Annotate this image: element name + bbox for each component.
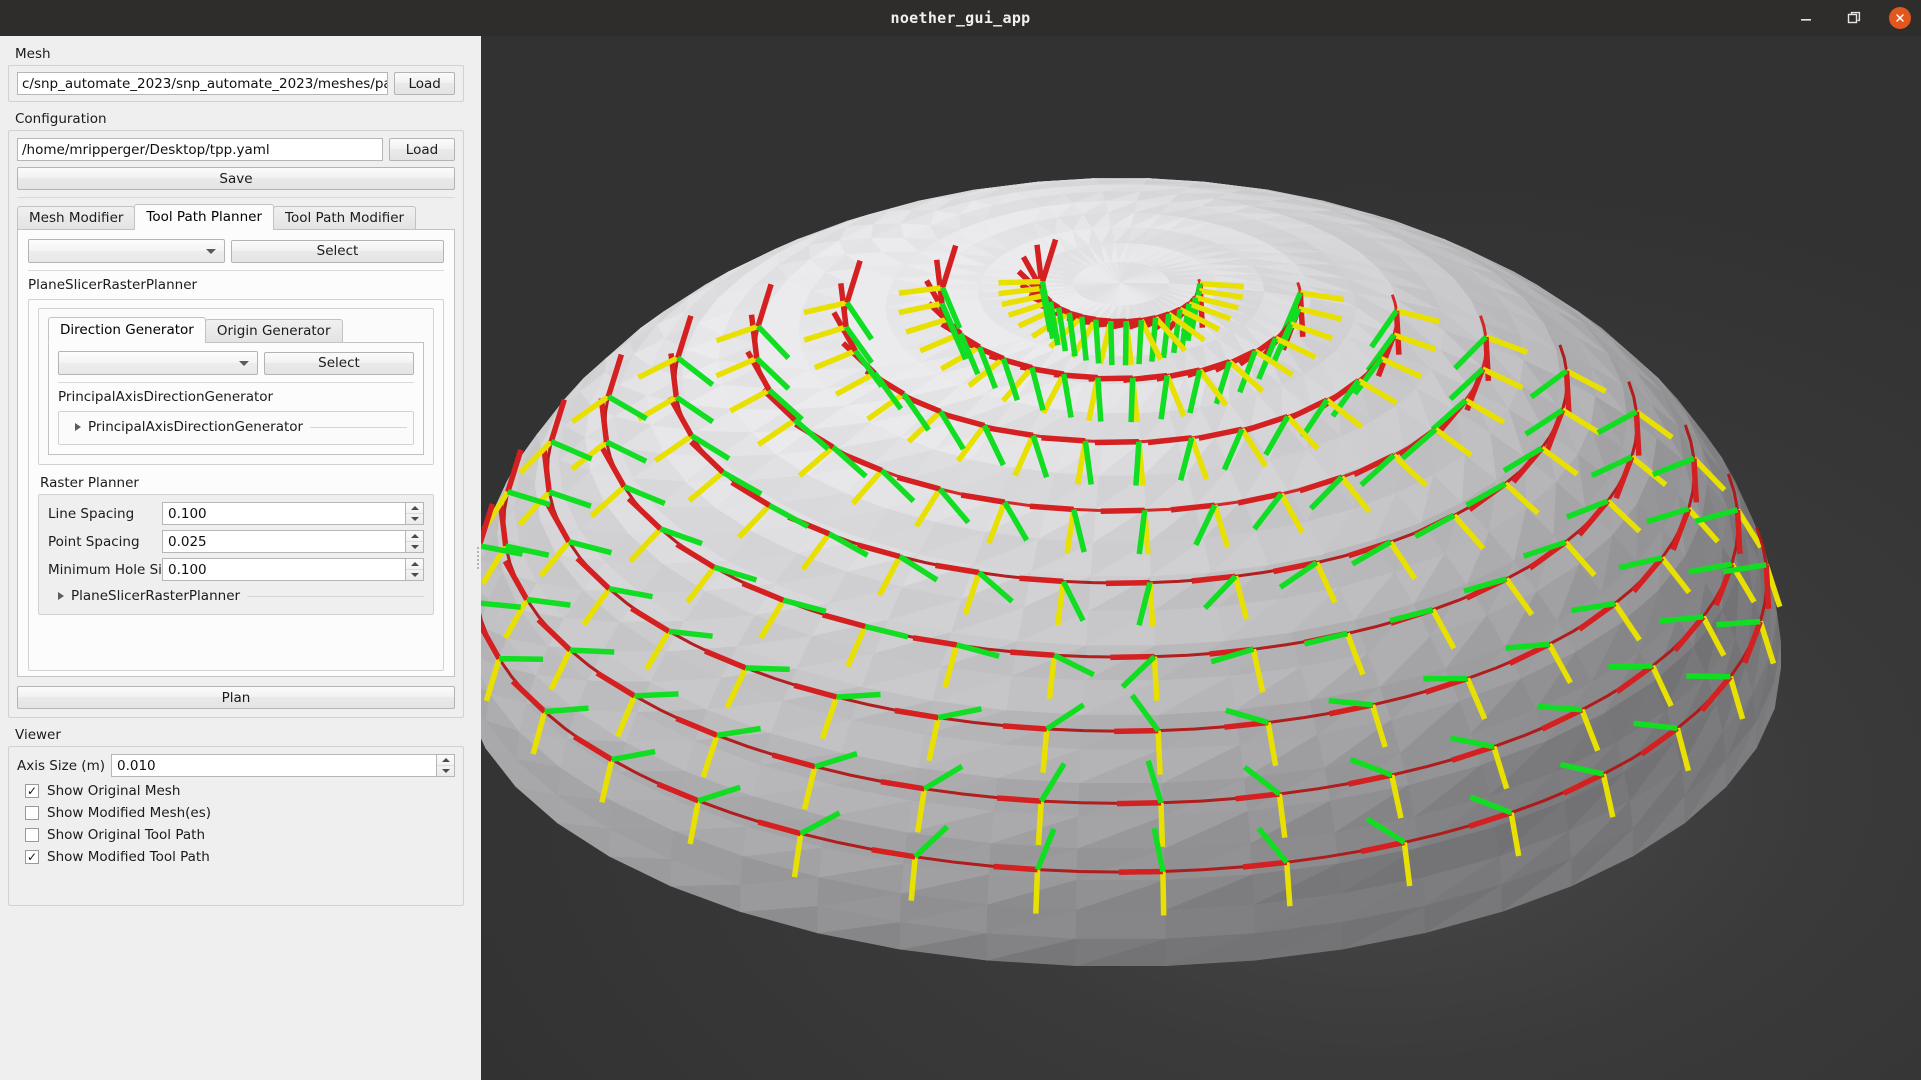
axis-size-label: Axis Size (m) [17, 757, 105, 774]
mesh-groupbox: c/snp_automate_2023/snp_automate_2023/me… [8, 65, 464, 102]
configuration-groupbox: /home/mripperger/Desktop/tpp.yaml Load S… [8, 130, 464, 718]
axis-size-spinbox[interactable]: 0.010 [111, 754, 455, 777]
configuration-path-input[interactable]: /home/mripperger/Desktop/tpp.yaml [17, 138, 383, 161]
collapse-plane-slicer-raster-planner[interactable]: PlaneSlicerRasterPlanner [48, 585, 424, 607]
tab-mesh-modifier[interactable]: Mesh Modifier [17, 206, 136, 230]
minimum-hole-size-label: Minimum Hole Size [48, 561, 178, 578]
stepper-up-icon[interactable] [406, 559, 423, 570]
stepper-down-icon[interactable] [406, 514, 423, 525]
splitter-grip-icon [476, 547, 479, 569]
configuration-separator [17, 197, 455, 198]
checkbox-show-original-mesh[interactable]: ✓ Show Original Mesh [25, 783, 455, 799]
checkbox-label: Show Modified Tool Path [47, 849, 210, 865]
generator-combo[interactable] [58, 351, 258, 375]
mesh-surface [481, 178, 1782, 967]
chevron-down-icon [206, 248, 216, 254]
checkbox-label: Show Original Mesh [47, 783, 181, 799]
viewer-group-label: Viewer [15, 727, 61, 743]
collapse-rule [247, 595, 424, 597]
planner-config-groupbox: Direction Generator Origin Generator Sel… [28, 299, 444, 671]
tool-path-planner-pane: Select PlaneSlicerRasterPlanner Directio… [17, 229, 455, 677]
configuration-load-button[interactable]: Load [389, 138, 455, 161]
generator-detail-groupbox: PrincipalAxisDirectionGenerator [58, 411, 414, 445]
minimize-icon[interactable] [1793, 5, 1819, 31]
tab-direction-generator[interactable]: Direction Generator [48, 317, 206, 343]
raster-planner-groupbox: Line Spacing 0.100 Point Spacing 0.025 M… [38, 494, 434, 615]
window-titlebar: noether_gui_app [0, 0, 1921, 36]
point-spacing-spinbox[interactable]: 0.025 [162, 530, 424, 553]
mesh-load-button[interactable]: Load [394, 72, 455, 95]
point-spacing-label: Point Spacing [48, 533, 140, 550]
close-icon[interactable] [1889, 7, 1911, 29]
configuration-group-label: Configuration [15, 111, 107, 127]
generator-select-button[interactable]: Select [264, 351, 414, 375]
checkbox-show-modified-meshes[interactable]: Show Modified Mesh(es) [25, 805, 455, 821]
planner-name-label: PlaneSlicerRasterPlanner [28, 277, 198, 293]
stepper-down-icon[interactable] [406, 570, 423, 581]
generator-groupbox: Direction Generator Origin Generator Sel… [38, 308, 434, 465]
stepper-down-icon[interactable] [437, 766, 454, 777]
checkbox-show-original-tool-path[interactable]: Show Original Tool Path [25, 827, 455, 843]
planner-combo[interactable] [28, 239, 225, 263]
control-panel: Mesh c/snp_automate_2023/snp_automate_20… [0, 36, 474, 1080]
line-spacing-value[interactable]: 0.100 [162, 502, 405, 525]
stepper-down-icon[interactable] [406, 542, 423, 553]
chevron-right-icon [75, 423, 81, 431]
main-tabbar: Mesh Modifier Tool Path Planner Tool Pat… [17, 204, 455, 230]
window-title: noether_gui_app [890, 9, 1031, 27]
planner-select-button[interactable]: Select [231, 239, 444, 263]
plan-button[interactable]: Plan [17, 686, 455, 709]
checkbox-show-modified-tool-path[interactable]: ✓ Show Modified Tool Path [25, 849, 455, 865]
collapse-label: PlaneSlicerRasterPlanner [71, 588, 241, 604]
main-split: Mesh c/snp_automate_2023/snp_automate_20… [0, 36, 1921, 1080]
checkbox-box[interactable] [25, 828, 39, 842]
generator-tabbar: Direction Generator Origin Generator [48, 317, 424, 343]
window-controls [1793, 0, 1911, 36]
planner-separator [28, 270, 444, 271]
panel-splitter[interactable] [474, 36, 481, 1080]
checkbox-label: Show Original Tool Path [47, 827, 206, 843]
checkbox-box[interactable]: ✓ [25, 784, 39, 798]
collapse-label: PrincipalAxisDirectionGenerator [88, 419, 304, 435]
minimum-hole-size-spinbox[interactable]: 0.100 [162, 558, 424, 581]
chevron-down-icon [239, 360, 249, 366]
collapse-rule [310, 426, 407, 428]
checkbox-label: Show Modified Mesh(es) [47, 805, 212, 821]
generator-separator [58, 382, 414, 383]
raster-planner-label: Raster Planner [40, 475, 139, 491]
viewer-groupbox: Axis Size (m) 0.010 ✓ Show Original Mesh… [8, 746, 464, 906]
stepper-up-icon[interactable] [406, 503, 423, 514]
stepper-up-icon[interactable] [437, 755, 454, 766]
point-spacing-stepper[interactable] [405, 530, 424, 553]
tab-tool-path-modifier[interactable]: Tool Path Modifier [273, 206, 417, 230]
checkbox-box[interactable] [25, 806, 39, 820]
line-spacing-stepper[interactable] [405, 502, 424, 525]
axis-size-stepper[interactable] [436, 754, 455, 777]
minimum-hole-size-stepper[interactable] [405, 558, 424, 581]
line-spacing-label: Line Spacing [48, 505, 135, 522]
chevron-right-icon [58, 592, 64, 600]
mesh-group-label: Mesh [15, 46, 51, 62]
tab-origin-generator[interactable]: Origin Generator [204, 319, 343, 343]
mesh-path-input[interactable]: c/snp_automate_2023/snp_automate_2023/me… [17, 72, 389, 95]
direction-generator-pane: Select PrincipalAxisDirectionGenerator P… [48, 342, 424, 455]
3d-viewport[interactable] [481, 36, 1921, 1080]
point-spacing-value[interactable]: 0.025 [162, 530, 405, 553]
line-spacing-spinbox[interactable]: 0.100 [162, 502, 424, 525]
restore-icon[interactable] [1841, 5, 1867, 31]
stepper-up-icon[interactable] [406, 531, 423, 542]
generator-name-label: PrincipalAxisDirectionGenerator [58, 389, 274, 405]
tab-tool-path-planner[interactable]: Tool Path Planner [134, 204, 275, 230]
collapse-principal-axis-direction-generator[interactable]: PrincipalAxisDirectionGenerator [65, 416, 407, 438]
checkbox-box[interactable]: ✓ [25, 850, 39, 864]
minimum-hole-size-value[interactable]: 0.100 [162, 558, 405, 581]
configuration-save-button[interactable]: Save [17, 167, 455, 190]
mesh-render [481, 178, 1783, 967]
axis-size-value[interactable]: 0.010 [111, 754, 436, 777]
